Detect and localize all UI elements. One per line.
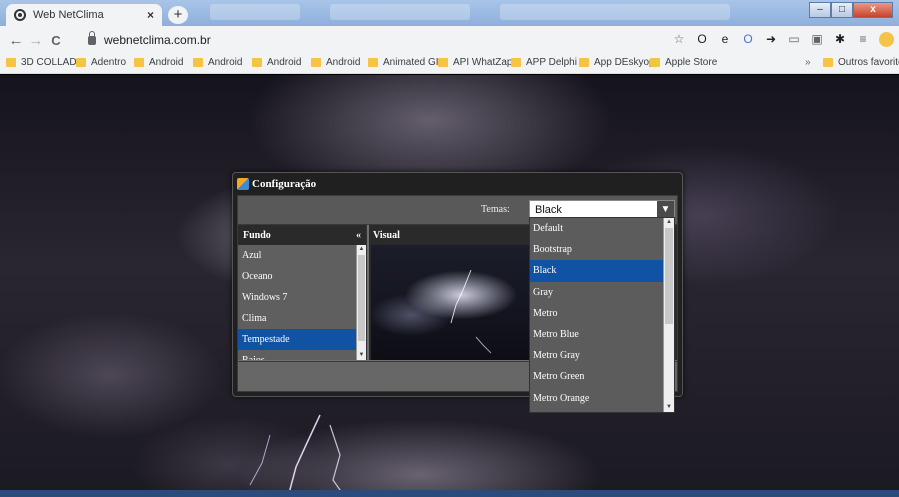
scroll-down-icon[interactable]: ▼	[664, 403, 674, 412]
bookmark-other-favorites[interactable]: Outros favoritos	[823, 57, 899, 68]
fundo-scroll-thumb[interactable]	[358, 255, 365, 341]
maximize-button[interactable]: □	[831, 2, 853, 18]
bookmark-item[interactable]: Android	[193, 57, 242, 68]
folder-icon	[823, 58, 833, 67]
bookmark-item[interactable]: Android	[134, 57, 183, 68]
reload-button[interactable]: C	[46, 33, 66, 48]
browser-toolbar: ← → C webnetclima.com.br ☆ O e O ➜ ▭ ▣ ✱…	[0, 26, 899, 54]
theme-option-metro[interactable]: Metro	[530, 303, 663, 324]
extension-e-icon[interactable]: e	[718, 32, 732, 47]
folder-icon	[579, 58, 589, 67]
bookmark-item[interactable]: Animated GIF	[368, 57, 445, 68]
dropdown-scroll-thumb[interactable]	[665, 228, 673, 324]
browser-tab[interactable]: Web NetClima ×	[6, 4, 162, 26]
scroll-down-icon[interactable]: ▼	[357, 351, 366, 360]
dropdown-scrollbar[interactable]: ▲ ▼	[663, 218, 674, 412]
extension-puzzle-icon[interactable]: ✱	[833, 32, 847, 47]
tab-title: Web NetClima	[33, 9, 104, 21]
minimize-button[interactable]: –	[809, 2, 831, 18]
temas-dropdown-list: Default Bootstrap Black Gray Metro Metro…	[529, 217, 675, 413]
theme-option-default[interactable]: Default	[530, 218, 663, 239]
temas-options: Default Bootstrap Black Gray Metro Metro…	[530, 218, 663, 409]
folder-icon	[650, 58, 660, 67]
fundo-item-azul[interactable]: Azul	[238, 245, 356, 266]
taskbar-strip	[0, 490, 899, 497]
theme-option-bootstrap[interactable]: Bootstrap	[530, 239, 663, 260]
forward-button[interactable]: →	[26, 32, 46, 49]
extension-arrow-icon[interactable]: ➜	[764, 32, 778, 47]
folder-icon	[311, 58, 321, 67]
extension-icons: ☆ O e O ➜ ▭ ▣ ✱ ≡ ⋮	[672, 32, 899, 47]
tab-close-icon[interactable]: ×	[147, 8, 154, 22]
configuracao-titlebar[interactable]: Configuração	[233, 173, 682, 195]
folder-icon	[134, 58, 144, 67]
scroll-up-icon[interactable]: ▲	[664, 218, 674, 227]
background-window-blur	[330, 4, 470, 20]
bookmark-item[interactable]: Adentro	[76, 57, 126, 68]
extension-cast-icon[interactable]: ▣	[810, 32, 824, 47]
bookmark-item[interactable]: Android	[252, 57, 301, 68]
background-window-blur	[210, 4, 300, 20]
theme-option-metro-gray[interactable]: Metro Gray	[530, 345, 663, 366]
folder-icon	[511, 58, 521, 67]
site-favicon-icon	[14, 9, 26, 21]
address-bar[interactable]: webnetclima.com.br	[88, 29, 698, 51]
extension-blue-icon[interactable]: O	[741, 32, 755, 47]
close-window-button[interactable]: x	[853, 2, 893, 18]
bookmark-item[interactable]: Android	[311, 57, 360, 68]
bookmark-item[interactable]: APP Delphi	[511, 57, 577, 68]
bookmark-item[interactable]: App DEskyop	[579, 57, 655, 68]
folder-icon	[438, 58, 448, 67]
temas-label: Temas:	[481, 204, 510, 215]
extension-screen-icon[interactable]: ▭	[787, 32, 801, 47]
reading-list-icon[interactable]: ≡	[856, 32, 870, 47]
folder-icon	[252, 58, 262, 67]
folder-icon	[368, 58, 378, 67]
theme-option-metro-blue[interactable]: Metro Blue	[530, 324, 663, 345]
config-window-icon	[237, 178, 249, 190]
folder-icon	[76, 58, 86, 67]
configuracao-title: Configuração	[252, 178, 317, 190]
theme-option-black[interactable]: Black	[530, 260, 663, 282]
browser-titlebar: Web NetClima × + – □ x	[0, 0, 899, 26]
collapse-icon[interactable]: «	[356, 230, 361, 241]
fundo-item-oceano[interactable]: Oceano	[238, 266, 356, 287]
background-window-blur	[500, 4, 730, 20]
back-button[interactable]: ←	[6, 32, 26, 49]
fundo-item-raios[interactable]: Raios	[238, 350, 356, 360]
url-text: webnetclima.com.br	[104, 33, 211, 47]
preview-lightning	[450, 269, 492, 354]
bookmark-item[interactable]: API WhatZap	[438, 57, 512, 68]
theme-option-metro-orange[interactable]: Metro Orange	[530, 388, 663, 409]
temas-selected-value: Black	[535, 204, 562, 216]
scroll-up-icon[interactable]: ▲	[357, 245, 366, 254]
fundo-list: Azul Oceano Windows 7 Clima Tempestade R…	[238, 245, 356, 360]
lock-icon	[88, 30, 96, 45]
fundo-header-label: Fundo	[243, 229, 271, 241]
bookmarks-bar: 3D COLLADA Adentro Android Android Andro…	[0, 54, 899, 74]
bookmark-item[interactable]: 3D COLLADA	[6, 57, 83, 68]
bookmark-item[interactable]: Apple Store	[650, 57, 717, 68]
theme-option-gray[interactable]: Gray	[530, 282, 663, 303]
bookmarks-overflow-button[interactable]: »	[805, 57, 811, 68]
profile-avatar[interactable]	[879, 32, 894, 47]
fundo-panel: Fundo « Azul Oceano Windows 7 Clima Temp…	[238, 225, 367, 360]
new-tab-button[interactable]: +	[168, 6, 188, 24]
folder-icon	[6, 58, 16, 67]
fundo-header: Fundo «	[238, 225, 366, 245]
fundo-item-windows7[interactable]: Windows 7	[238, 287, 356, 308]
bookmark-star-icon[interactable]: ☆	[672, 32, 686, 47]
theme-option-metro-green[interactable]: Metro Green	[530, 366, 663, 387]
visual-preview-image	[371, 245, 533, 360]
fundo-scrollbar[interactable]: ▲ ▼	[356, 245, 366, 360]
folder-icon	[193, 58, 203, 67]
fundo-item-tempestade[interactable]: Tempestade	[238, 329, 356, 350]
extension-o-icon[interactable]: O	[695, 32, 709, 47]
window-controls: – □ x	[809, 2, 893, 18]
fundo-item-clima[interactable]: Clima	[238, 308, 356, 329]
